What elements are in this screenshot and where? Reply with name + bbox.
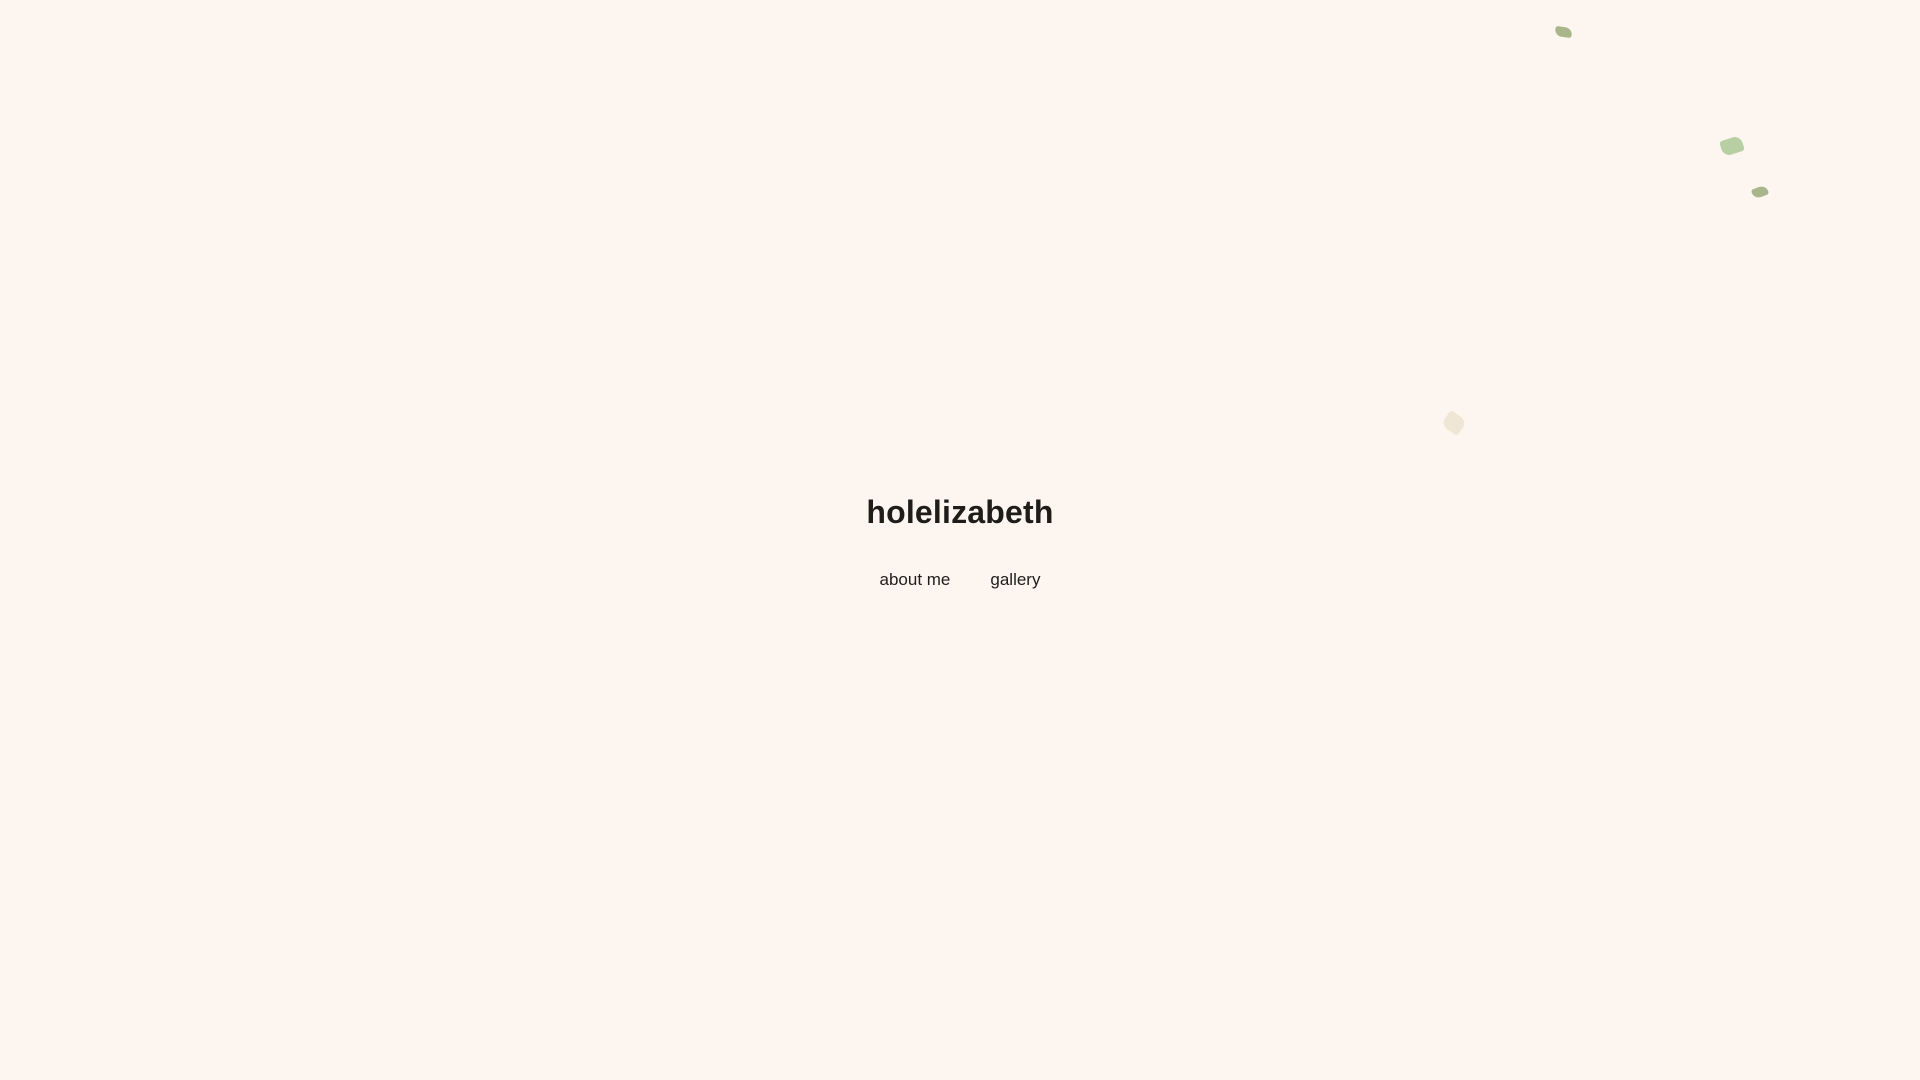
nav-link-gallery[interactable]: gallery bbox=[990, 568, 1040, 592]
nav-link-about-me[interactable]: about me bbox=[880, 568, 951, 592]
hero-section: holelizabeth about me gallery bbox=[0, 0, 1920, 1080]
leaf-icon bbox=[1719, 134, 1745, 158]
site-title: holelizabeth bbox=[866, 494, 1054, 530]
leaf-icon bbox=[1554, 25, 1573, 39]
leaf-icon bbox=[1750, 184, 1770, 200]
leaf-icon bbox=[1440, 409, 1468, 437]
main-nav: about me gallery bbox=[0, 568, 1920, 592]
